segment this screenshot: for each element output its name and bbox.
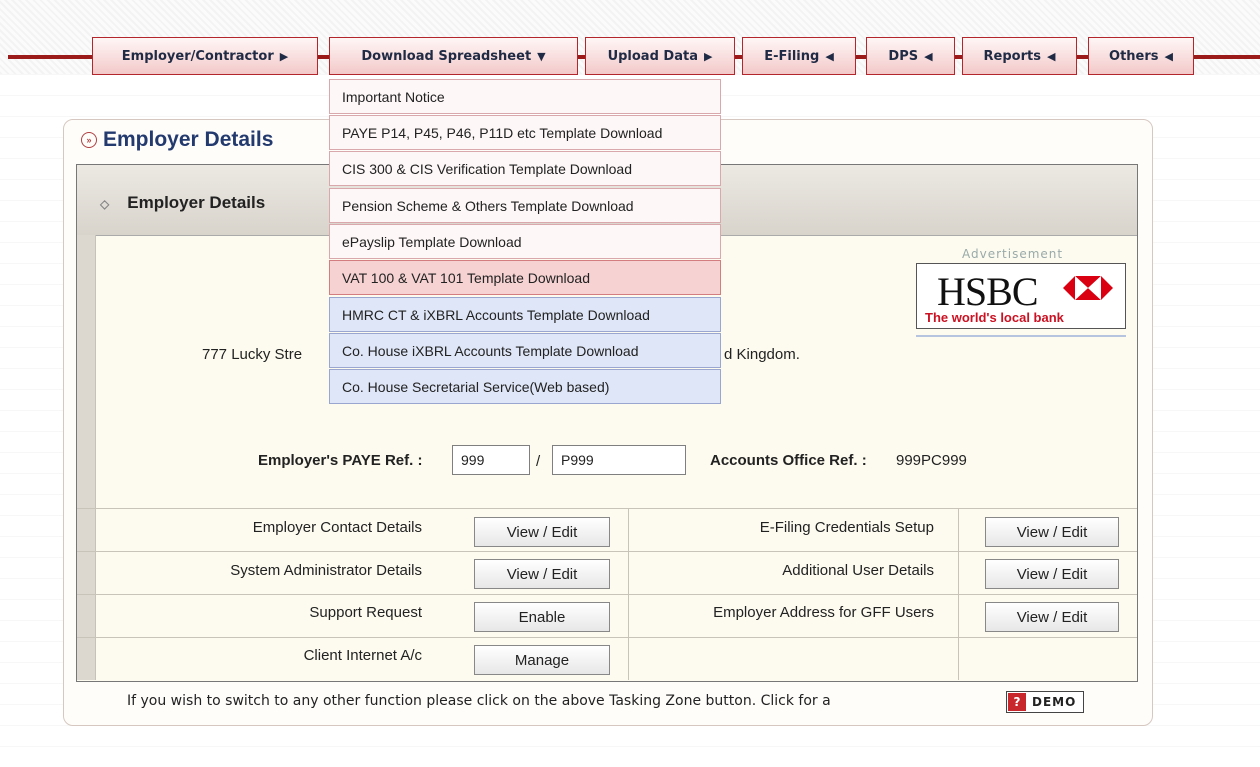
column-divider [628,508,629,680]
demo-button[interactable]: ? DEMO [1006,691,1084,713]
paye-ref-label: Employer's PAYE Ref. : [258,452,423,469]
chevron-right-icon: ▶ [279,49,289,63]
paye-ref-part1-input[interactable] [452,445,530,475]
demo-label: DEMO [1032,695,1077,709]
efiling-credentials-view-edit-button[interactable]: View / Edit [985,517,1119,547]
support-request-enable-button[interactable]: Enable [474,602,610,632]
circle-arrow-icon: » [81,132,97,149]
menu-item-pension-templates[interactable]: Pension Scheme & Others Template Downloa… [329,188,721,223]
accounts-office-label: Accounts Office Ref. : [710,452,867,469]
tab-label: Download Spreadsheet [361,48,532,64]
system-admin-details-label: System Administrator Details [230,562,422,579]
column-divider [958,508,959,680]
menu-item-paye-templates[interactable]: PAYE P14, P45, P46, P11D etc Template Do… [329,115,721,150]
row-divider [77,594,1137,595]
menu-item-hmrc-ct-ixbrl[interactable]: HMRC CT & iXBRL Accounts Template Downlo… [329,297,721,332]
hsbc-logo-icon [1063,272,1113,308]
menu-item-cis-templates[interactable]: CIS 300 & CIS Verification Template Down… [329,151,721,186]
client-internet-label: Client Internet A/c [303,647,422,664]
row-divider [77,551,1137,552]
chevron-right-icon: ▶ [703,49,713,63]
tab-others[interactable]: Others ◀ [1088,37,1194,75]
card-title-text: Employer Details [127,193,266,212]
chevron-left-icon: ◀ [924,49,933,63]
footer-instruction: If you wish to switch to any other funct… [127,693,831,709]
system-admin-view-edit-button[interactable]: View / Edit [474,559,610,589]
chevron-left-icon: ◀ [1164,49,1173,63]
tab-employer-contractor[interactable]: Employer/Contractor ▶ [92,37,318,75]
chevron-left-icon: ◀ [1046,49,1056,63]
chevron-left-icon: ◀ [825,49,834,63]
paye-ref-separator: / [536,453,541,470]
tab-label: Employer/Contractor [121,48,274,64]
tab-e-filing[interactable]: E-Filing ◀ [742,37,856,75]
menu-item-cohouse-ixbrl[interactable]: Co. House iXBRL Accounts Template Downlo… [329,333,721,368]
employer-contact-details-label: Employer Contact Details [252,519,422,536]
advert-underline [916,335,1126,337]
accounts-office-value: 999PC999 [896,452,967,469]
page-title-text: Employer Details [103,128,274,151]
card-title: ◇ Employer Details [100,193,265,213]
gff-address-label: Employer Address for GFF Users [713,604,934,621]
address-text-left: 777 Lucky Stre [202,346,303,363]
hsbc-brand: HSBC [937,269,1038,314]
help-icon: ? [1008,693,1026,711]
additional-user-details-label: Additional User Details [782,562,934,579]
tab-label: E-Filing [764,48,820,64]
hsbc-advert[interactable]: HSBC The world's local bank [916,263,1126,329]
tab-label: Upload Data [607,48,698,64]
diamond-icon: ◇ [100,197,110,211]
tab-download-spreadsheet[interactable]: Download Spreadsheet ▼ [329,37,578,75]
efiling-credentials-label: E-Filing Credentials Setup [759,519,934,536]
tab-label: Reports [983,48,1041,64]
page-title: » Employer Details [81,128,273,152]
client-internet-manage-button[interactable]: Manage [474,645,610,675]
advertisement-label: Advertisement [962,247,1064,261]
chevron-down-icon: ▼ [537,49,546,63]
address-text-right: d Kingdom. [724,346,800,363]
additional-user-view-edit-button[interactable]: View / Edit [985,559,1119,589]
support-request-label: Support Request [309,604,422,621]
hsbc-tagline: The world's local bank [925,310,1064,325]
tab-upload-data[interactable]: Upload Data ▶ [585,37,735,75]
tab-label: Others [1109,48,1159,64]
menu-item-important-notice[interactable]: Important Notice [329,79,721,114]
tab-label: DPS [888,48,919,64]
tab-reports[interactable]: Reports ◀ [962,37,1077,75]
paye-ref-part2-input[interactable] [552,445,686,475]
tab-dps[interactable]: DPS ◀ [866,37,955,75]
employer-contact-view-edit-button[interactable]: View / Edit [474,517,610,547]
menu-item-epayslip-template[interactable]: ePayslip Template Download [329,224,721,259]
menu-item-vat-templates[interactable]: VAT 100 & VAT 101 Template Download [329,260,721,295]
menu-item-cohouse-secretarial[interactable]: Co. House Secretarial Service(Web based) [329,369,721,404]
card-left-bar [77,235,96,680]
row-divider [77,508,1137,509]
gff-address-view-edit-button[interactable]: View / Edit [985,602,1119,632]
row-divider [77,637,1137,638]
